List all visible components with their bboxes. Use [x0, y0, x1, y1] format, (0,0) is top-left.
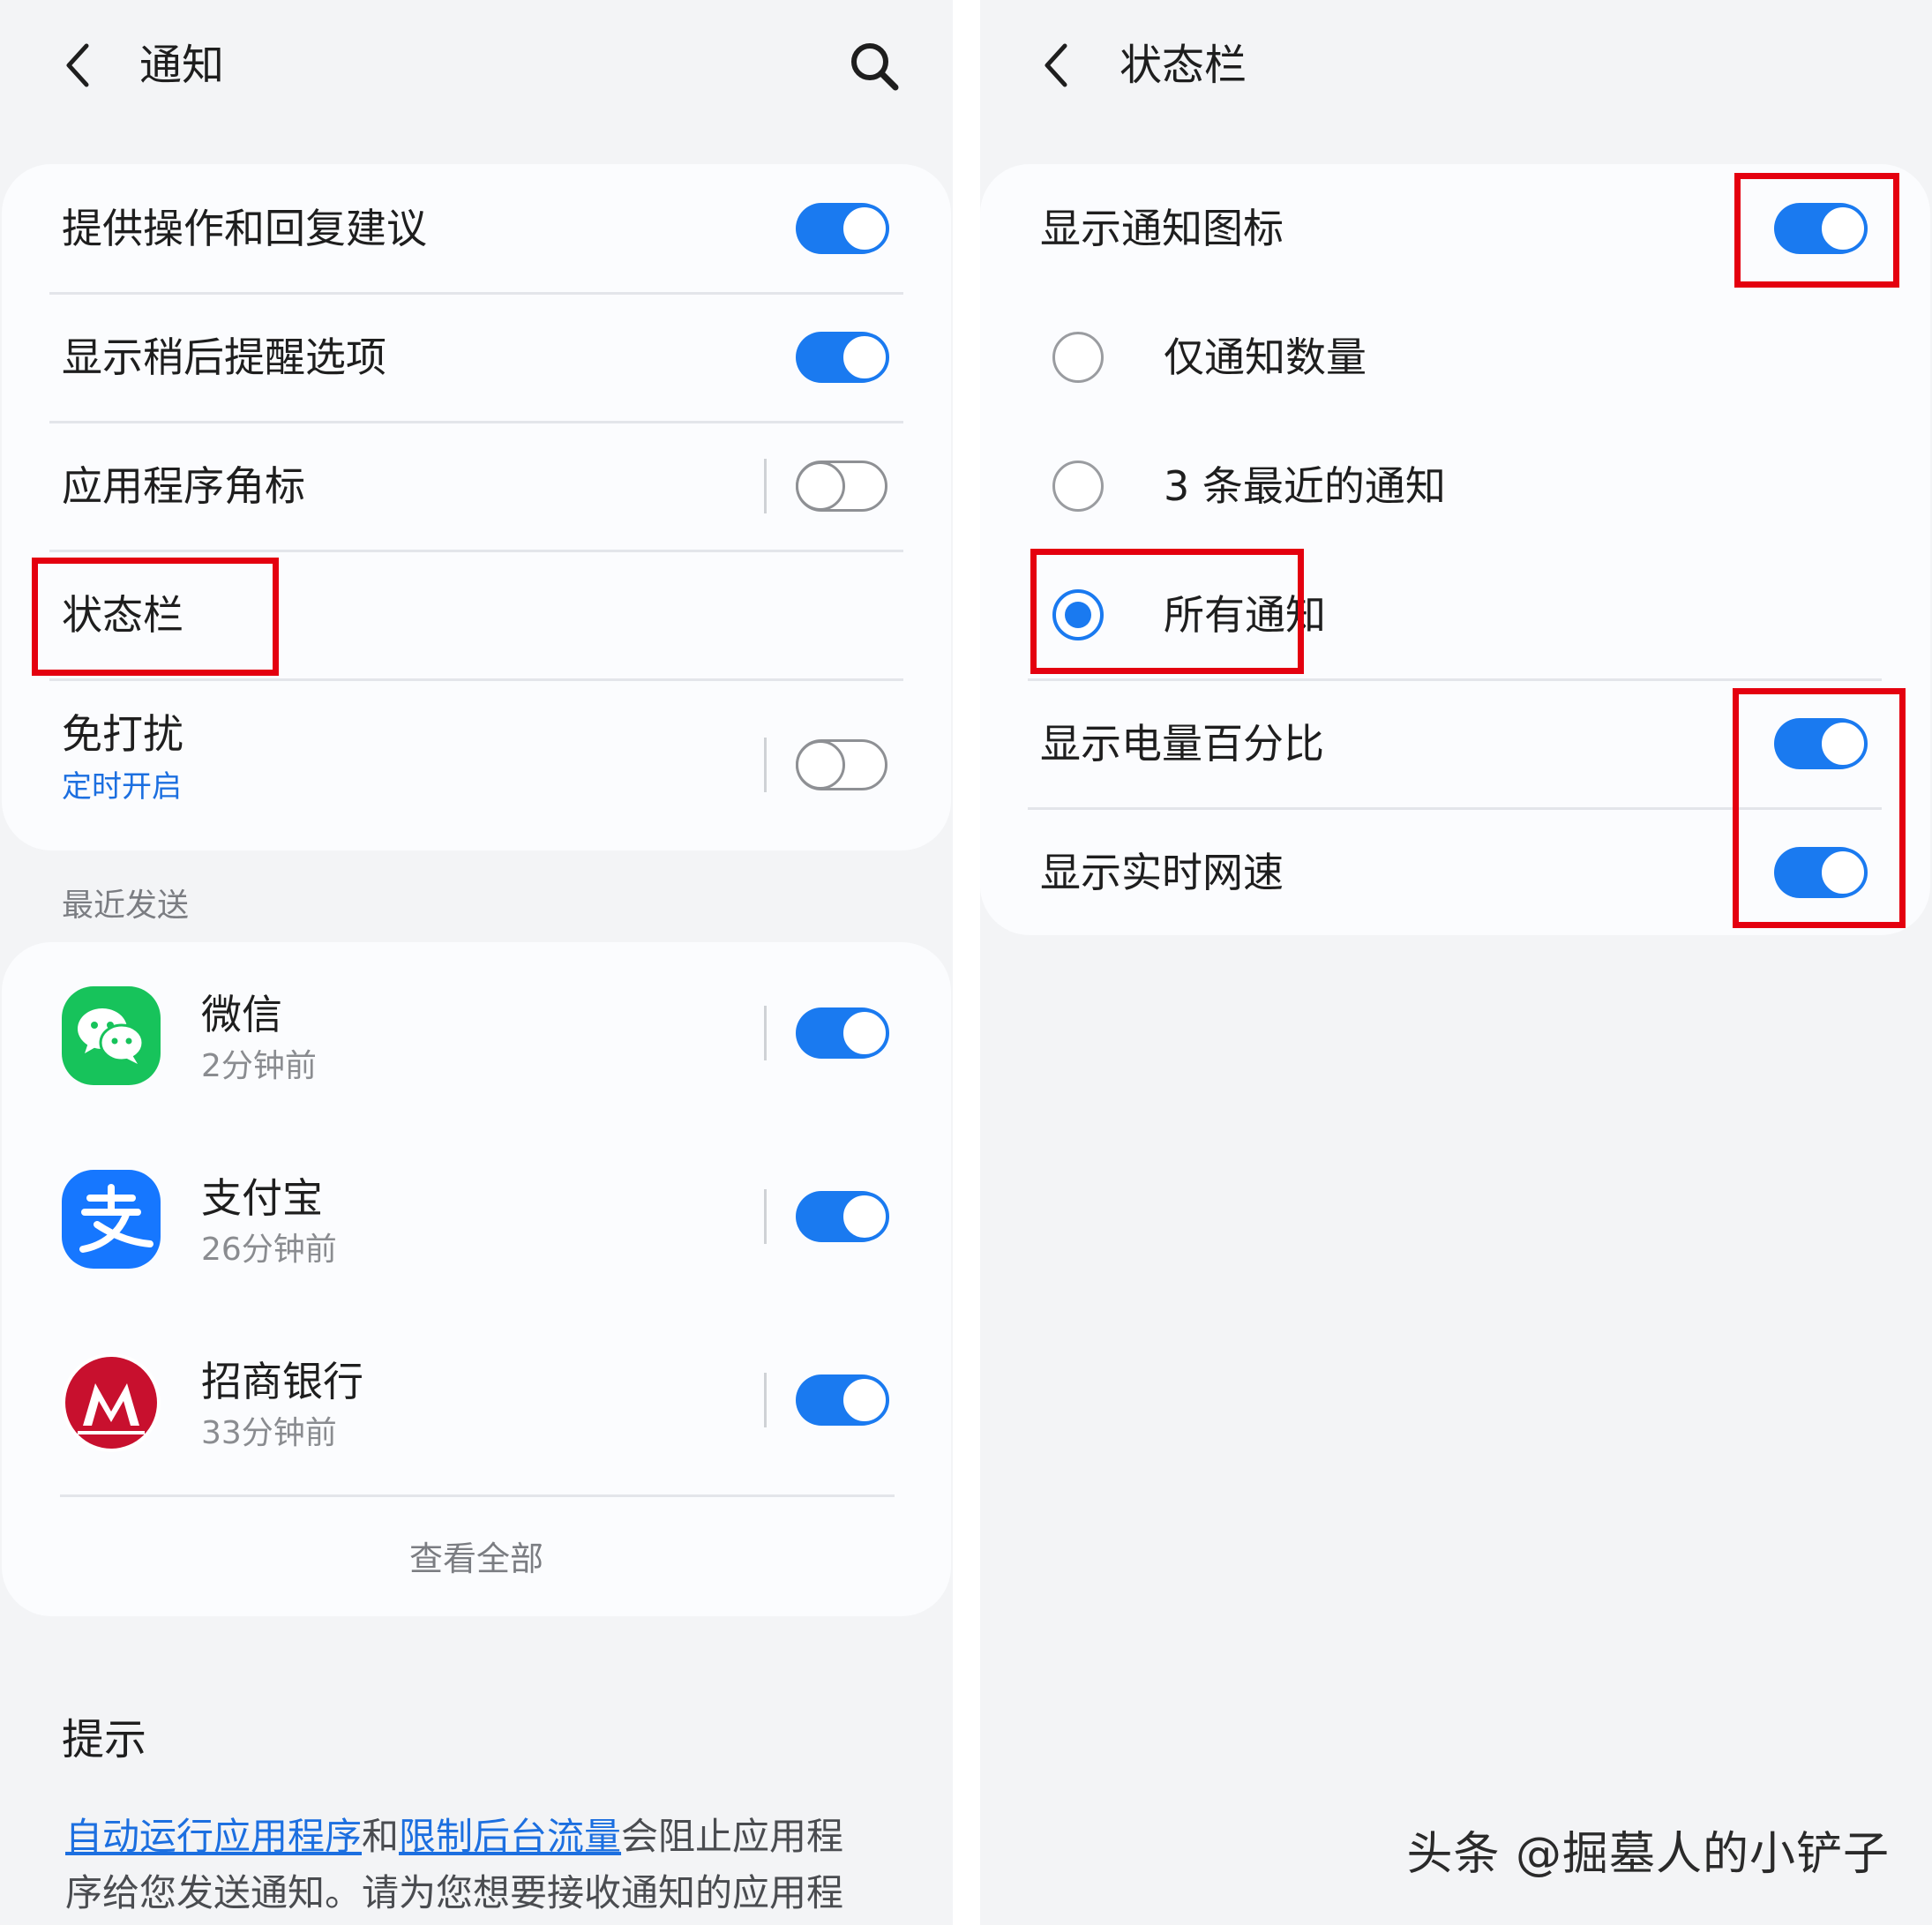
search-icon[interactable]: [847, 39, 902, 94]
notifications-screen: 通知 提供操作和回复建议 显示稍后提醒选项 应用程序角标 状态栏 免打扰 定时开…: [0, 0, 953, 1925]
app-name: 招商银行: [201, 1358, 363, 1405]
snooze-toggle[interactable]: [796, 332, 889, 383]
alipay-icon: [62, 1170, 161, 1269]
app-row-alipay[interactable]: 支付宝 26分钟前: [2, 1126, 951, 1309]
suggest-actions-toggle[interactable]: [796, 203, 889, 254]
view-all-link[interactable]: 查看全部: [2, 1537, 951, 1581]
separator: [764, 1373, 767, 1427]
recent-section-title: 最近发送: [62, 888, 190, 924]
watermark: 头条 @掘墓人的小铲子: [1406, 1828, 1890, 1881]
radio-option-recent-three[interactable]: 3 条最近的通知: [980, 422, 1930, 551]
setting-label: 显示实时网速: [1040, 849, 1284, 896]
cmb-icon: [62, 1353, 161, 1452]
restrict-background-data-link[interactable]: 限制后台流量: [399, 1815, 621, 1858]
separator: [764, 1006, 767, 1060]
page-title: 通知: [139, 41, 225, 90]
notification-settings-card: 提供操作和回复建议 显示稍后提醒选项 应用程序角标 状态栏 免打扰 定时开启: [2, 164, 951, 850]
highlight-box-all-notifications: [1030, 549, 1304, 674]
app-row-wechat[interactable]: 微信 2分钟前: [2, 942, 951, 1126]
alipay-toggle[interactable]: [796, 1191, 889, 1242]
setting-label: 显示通知图标: [1040, 205, 1284, 252]
wechat-icon: [62, 986, 161, 1085]
header: 通知: [0, 0, 953, 132]
setting-do-not-disturb[interactable]: 免打扰 定时开启: [2, 679, 951, 850]
divider: [60, 1494, 895, 1497]
setting-label: 提供操作和回复建议: [62, 205, 427, 252]
radio-button[interactable]: [1052, 332, 1104, 383]
back-arrow-icon[interactable]: [60, 41, 99, 90]
radio-button[interactable]: [1052, 461, 1104, 512]
separator: [764, 459, 767, 513]
highlight-box-battery-network: [1733, 688, 1906, 928]
radio-label: 3 条最近的通知: [1164, 462, 1446, 510]
radio-label: 仅通知数量: [1164, 333, 1367, 381]
app-row-cmb[interactable]: 招商银行 33分钟前: [2, 1309, 951, 1493]
setting-label: 应用程序角标: [62, 462, 305, 510]
back-arrow-icon[interactable]: [1038, 41, 1077, 90]
separator: [764, 738, 767, 792]
setting-suggest-actions[interactable]: 提供操作和回复建议: [2, 164, 951, 293]
app-name: 支付宝: [201, 1174, 323, 1222]
auto-run-link[interactable]: 自动运行应用程序: [65, 1815, 362, 1858]
separator: [764, 1189, 767, 1244]
setting-label: 显示电量百分比: [1040, 720, 1324, 768]
tip-title: 提示: [62, 1715, 147, 1764]
setting-snooze[interactable]: 显示稍后提醒选项: [2, 293, 951, 422]
dnd-schedule-label: 定时开启: [62, 769, 182, 805]
highlight-box-status-bar: [32, 558, 279, 676]
app-time: 33分钟前: [201, 1415, 337, 1451]
setting-label: 免打扰: [62, 710, 183, 758]
tip-text: 自动运行应用程序和限制后台流量会阻止应用程序给您发送通知。请为您想要接收通知的应…: [65, 1809, 877, 1921]
app-time: 26分钟前: [201, 1232, 337, 1268]
setting-app-badges[interactable]: 应用程序角标: [2, 422, 951, 551]
dnd-toggle[interactable]: [796, 739, 887, 790]
cmb-toggle[interactable]: [796, 1374, 889, 1426]
header: 状态栏: [980, 0, 1932, 132]
status-bar-screen: 状态栏 显示通知图标 仅通知数量 3 条最近的通知 所有通知 显示电量百分比 显…: [980, 0, 1932, 1925]
wechat-toggle[interactable]: [796, 1007, 889, 1059]
recent-apps-card: 微信 2分钟前 支付宝 26分钟前 招商银行 33分钟前 查看全部: [2, 942, 951, 1616]
radio-option-count-only[interactable]: 仅通知数量: [980, 293, 1930, 422]
setting-label: 显示稍后提醒选项: [62, 333, 386, 381]
app-badges-toggle[interactable]: [796, 461, 887, 512]
highlight-box-icons-toggle: [1734, 173, 1899, 288]
app-time: 2分钟前: [201, 1048, 317, 1084]
tip-connector: 和: [362, 1815, 400, 1858]
page-title: 状态栏: [1120, 41, 1247, 90]
app-name: 微信: [201, 991, 282, 1038]
